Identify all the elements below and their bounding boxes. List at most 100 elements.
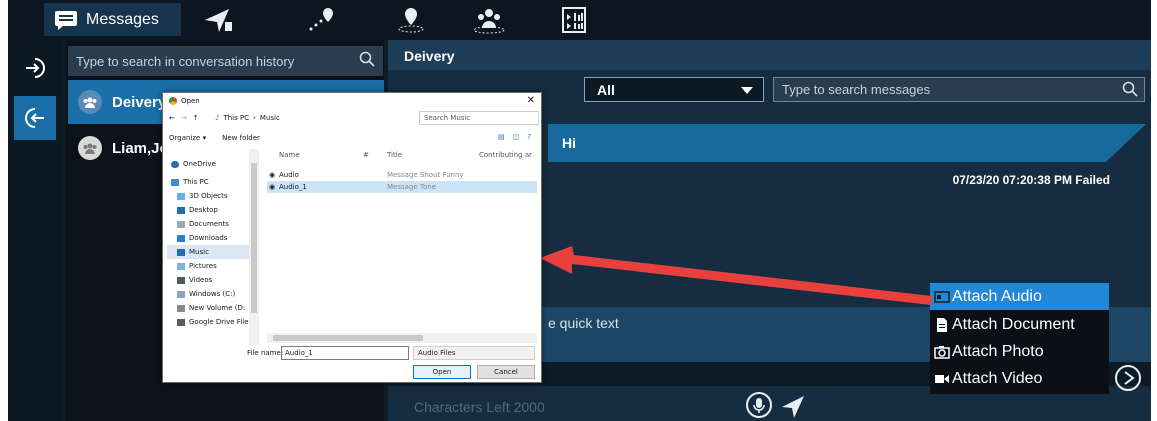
message-status: 07/23/20 07:20:38 PM Failed	[952, 173, 1110, 187]
document-icon	[937, 317, 947, 332]
media-icon[interactable]	[561, 6, 587, 34]
attach-menu: Attach Audio Attach Document Attach Phot…	[930, 283, 1109, 394]
message-search-placeholder: Type to search messages	[782, 82, 931, 97]
group-icon[interactable]	[472, 6, 506, 34]
sign-in-icon	[26, 58, 45, 78]
open-button[interactable]: Open	[413, 365, 471, 379]
group-icon	[83, 143, 97, 154]
nav-item-label: Pictures	[189, 262, 217, 270]
back-icon[interactable]: ←	[169, 114, 175, 122]
nav-item-label: 3D Objects	[189, 192, 228, 200]
column-header[interactable]: #	[363, 151, 369, 159]
forward-icon[interactable]: →	[181, 114, 187, 122]
file-row[interactable]: ◉ Audio Message Shout Funny	[267, 169, 537, 181]
conversation-name: Deivery	[112, 93, 167, 111]
attach-audio-item[interactable]: Attach Audio	[930, 283, 1109, 310]
nav-item-onedrive[interactable]: OneDrive	[171, 157, 216, 171]
play-icon	[1124, 371, 1135, 385]
nav-item-google-drive[interactable]: Google Drive File	[177, 315, 249, 329]
dialog-search-input[interactable]: Search Music	[419, 111, 539, 125]
nav-item-music[interactable]: Music	[167, 245, 253, 259]
audio-file-icon: ◉	[269, 171, 276, 179]
file-list: Name # Title Contributing ar ◉ Audio Mes…	[267, 149, 537, 331]
close-icon[interactable]: ✕	[527, 95, 535, 106]
file-name: Audio_1	[279, 183, 307, 191]
new-folder-button[interactable]: New folder	[222, 134, 260, 142]
breadcrumb-item[interactable]: This PC	[223, 114, 249, 122]
login-button[interactable]	[14, 46, 56, 90]
column-header[interactable]: Title	[387, 151, 402, 159]
video-icon	[177, 276, 185, 284]
search-icon[interactable]	[1122, 81, 1138, 97]
file-row[interactable]: ◉ Audio_1 Message Tone	[267, 181, 537, 193]
file-list-scrollbar[interactable]	[267, 333, 537, 343]
dialog-navigation: ← → ↑ ♪ This PC › Music Search Music	[169, 111, 539, 125]
group-avatar	[78, 136, 102, 160]
attach-photo-item[interactable]: Attach Photo	[930, 338, 1109, 365]
view-icon[interactable]: ▤	[498, 133, 505, 141]
music-note-icon	[177, 248, 185, 256]
message-bubble: Hi	[548, 124, 1106, 162]
help-icon[interactable]: ?	[527, 133, 531, 141]
conversation-search-input[interactable]: Type to search in conversation history	[68, 46, 383, 76]
chat-title: Deivery	[388, 40, 1151, 70]
nav-item-label: Music	[189, 248, 209, 256]
breadcrumb-item[interactable]: Music	[260, 114, 280, 122]
message-search-input[interactable]: Type to search messages	[773, 77, 1145, 102]
file-name-input[interactable]: Audio_1	[281, 346, 409, 360]
file-type-select[interactable]: Audio Files	[413, 346, 535, 360]
attach-video-item[interactable]: Attach Video	[930, 365, 1109, 392]
desktop-icon	[177, 206, 185, 214]
location-arrow-icon[interactable]	[203, 6, 233, 34]
nav-item-3d-objects[interactable]: 3D Objects	[177, 189, 228, 203]
tab-messages[interactable]: Messages	[44, 3, 181, 36]
nav-item-new-volume[interactable]: New Volume (D:	[177, 301, 245, 315]
attach-photo-label: Attach Photo	[952, 342, 1044, 360]
column-header[interactable]: Contributing ar	[479, 151, 532, 159]
message-filter-select[interactable]: All	[584, 77, 764, 102]
scrollbar-thumb[interactable]	[273, 335, 423, 341]
nav-item-videos[interactable]: Videos	[177, 273, 212, 287]
dialog-toolbar: Organize ▾ New folder ▤ ◫ ?	[169, 131, 535, 145]
cancel-button[interactable]: Cancel	[477, 365, 535, 379]
nav-item-downloads[interactable]: Downloads	[177, 231, 227, 245]
nav-item-label: Google Drive File	[189, 318, 249, 326]
column-header[interactable]: Name	[279, 151, 300, 159]
message-filter-value: All	[597, 82, 615, 98]
download-icon	[177, 234, 185, 242]
open-file-dialog: Open ✕ ← → ↑ ♪ This PC › Music Search Mu…	[162, 92, 542, 383]
nav-item-documents[interactable]: Documents	[177, 217, 229, 231]
send-location-icon[interactable]	[780, 394, 806, 420]
computer-icon	[171, 178, 179, 186]
breadcrumb[interactable]: ♪ This PC › Music	[215, 111, 415, 125]
geofence-icon[interactable]	[396, 6, 426, 34]
video-icon	[935, 374, 949, 383]
preview-pane-icon[interactable]: ◫	[513, 133, 520, 141]
logout-button[interactable]	[14, 96, 56, 140]
send-button[interactable]	[1115, 365, 1141, 391]
chevron-right-icon: ›	[253, 114, 256, 122]
organize-button[interactable]: Organize ▾	[169, 134, 206, 142]
nav-item-label: Downloads	[189, 234, 228, 242]
cube-icon	[177, 192, 185, 200]
attach-document-item[interactable]: Attach Document	[930, 311, 1109, 338]
nav-scrollbar[interactable]	[249, 149, 259, 345]
nav-item-pictures[interactable]: Pictures	[177, 259, 217, 273]
search-icon[interactable]	[359, 51, 375, 67]
audio-file-icon: ◉	[269, 183, 276, 191]
nav-item-label: Videos	[189, 276, 213, 284]
nav-item-windows-c[interactable]: Windows (C:)	[177, 287, 235, 301]
nav-item-this-pc[interactable]: This PC	[171, 175, 209, 189]
nav-item-label: This PC	[183, 178, 209, 186]
conversation-search-placeholder: Type to search in conversation history	[76, 53, 295, 69]
file-list-header: Name # Title Contributing ar	[267, 151, 537, 163]
chrome-icon	[169, 97, 177, 105]
nav-item-desktop[interactable]: Desktop	[177, 203, 218, 217]
route-icon[interactable]	[306, 6, 336, 34]
view-options: ▤ ◫ ?	[498, 133, 531, 141]
nav-item-label: Desktop	[189, 206, 218, 214]
scrollbar-thumb[interactable]	[251, 163, 257, 313]
picture-icon	[177, 262, 185, 270]
up-icon[interactable]: ↑	[193, 114, 199, 122]
microphone-icon[interactable]	[746, 392, 772, 418]
